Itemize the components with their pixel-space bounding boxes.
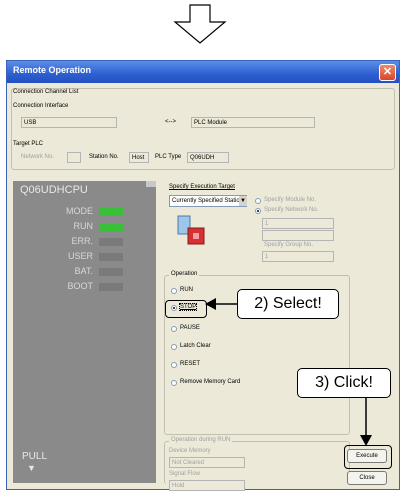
stop-option-label: STOP [178, 303, 198, 311]
run-option-label: RUN [180, 287, 193, 293]
network-no-label: Network No. [21, 154, 55, 160]
plc-module-field: PLC Module [191, 117, 315, 128]
exec-target-select[interactable]: Currently Specified Station [169, 195, 247, 207]
boot-led [99, 283, 123, 291]
exec-target-dropdown-icon[interactable]: ▼ [239, 196, 247, 206]
cpu-status-panel: Q06UDHCPU MODE RUN ERR. USER BAT. BOOT P… [13, 181, 156, 483]
err-led [99, 238, 123, 246]
connection-interface-label: Connection Interface [13, 103, 69, 109]
device-memory-label: Device Memory [169, 448, 211, 454]
station-no-label: Station No. [89, 154, 119, 160]
led-label-run: RUN [73, 221, 94, 231]
operation-label: Operation [169, 271, 200, 277]
run-led [99, 223, 123, 231]
mode-led [99, 208, 123, 216]
signal-flow-select[interactable]: Hold [169, 480, 245, 491]
led-label-user: USER [67, 251, 93, 261]
title-bar: Remote Operation ✕ [7, 61, 399, 83]
pull-label: PULL [22, 451, 48, 462]
connection-channel-list-label: Connection Channel List [13, 89, 79, 95]
close-button[interactable]: Close [347, 471, 387, 485]
specify-module-label: Specify Module No. [264, 197, 317, 203]
led-label-bat: BAT. [74, 266, 93, 276]
operation-during-run-label: Operation during RUN [169, 437, 233, 443]
reset-option-label: RESET [180, 361, 201, 367]
network-no-input-2[interactable] [262, 230, 334, 241]
plc-type-label: PLC Type [155, 154, 182, 160]
device-memory-select[interactable]: Not Cleared [169, 457, 245, 468]
remove-memory-card-radio[interactable] [171, 380, 177, 386]
exec-target-select-value: Currently Specified Station [172, 198, 244, 204]
pull-arrow-icon: ▼ [27, 463, 36, 473]
reset-radio[interactable] [171, 362, 177, 368]
stop-radio[interactable] [171, 305, 177, 311]
remote-operation-window: Remote Operation ✕ Connection Channel Li… [6, 60, 400, 491]
interface-field: USB [21, 117, 117, 128]
latch-clear-option-label: Latch Clear [180, 343, 211, 349]
signal-flow-label: Signal Flow [169, 471, 201, 477]
user-led [99, 253, 123, 261]
select-arrow-icon [205, 298, 239, 310]
group-no-input[interactable]: 1 [262, 251, 334, 262]
specify-network-label: Specify Network No. [264, 207, 319, 213]
latch-clear-radio[interactable] [171, 344, 177, 350]
connection-arrow-text: <--> [165, 119, 177, 125]
window-title: Remote Operation [13, 65, 92, 75]
bat-led [99, 268, 123, 276]
select-callout: 2) Select! [237, 289, 339, 319]
pause-option-label: PAUSE [180, 325, 200, 331]
click-arrow-icon [360, 398, 372, 446]
remove-memory-card-option-label: Remove Memory Card [180, 379, 241, 385]
plc-module-icon [177, 215, 205, 245]
pause-radio[interactable] [171, 326, 177, 332]
specify-network-radio[interactable] [255, 208, 261, 214]
close-window-button[interactable]: ✕ [379, 64, 396, 81]
click-callout: 3) Click! [297, 368, 391, 398]
cpu-model-label: Q06UDHCPU [20, 184, 88, 196]
led-label-err: ERR. [71, 236, 93, 246]
station-no-field: Host [129, 152, 149, 163]
target-plc-label: Target PLC [13, 141, 44, 147]
specify-module-radio[interactable] [255, 198, 261, 204]
led-label-boot: BOOT [67, 281, 93, 291]
down-arrow-icon [173, 4, 227, 44]
exec-target-label: Specify Execution Target [169, 184, 235, 190]
plc-type-field: Q06UDH [187, 152, 229, 163]
run-radio[interactable] [171, 288, 177, 294]
network-no-input[interactable]: 1 [262, 218, 334, 229]
network-no-field [67, 152, 81, 163]
led-label-mode: MODE [66, 206, 93, 216]
execute-button[interactable]: Execute [347, 449, 387, 463]
cpu-corner-marker [146, 181, 156, 187]
specify-group-label: Specify Group No. [264, 242, 314, 248]
